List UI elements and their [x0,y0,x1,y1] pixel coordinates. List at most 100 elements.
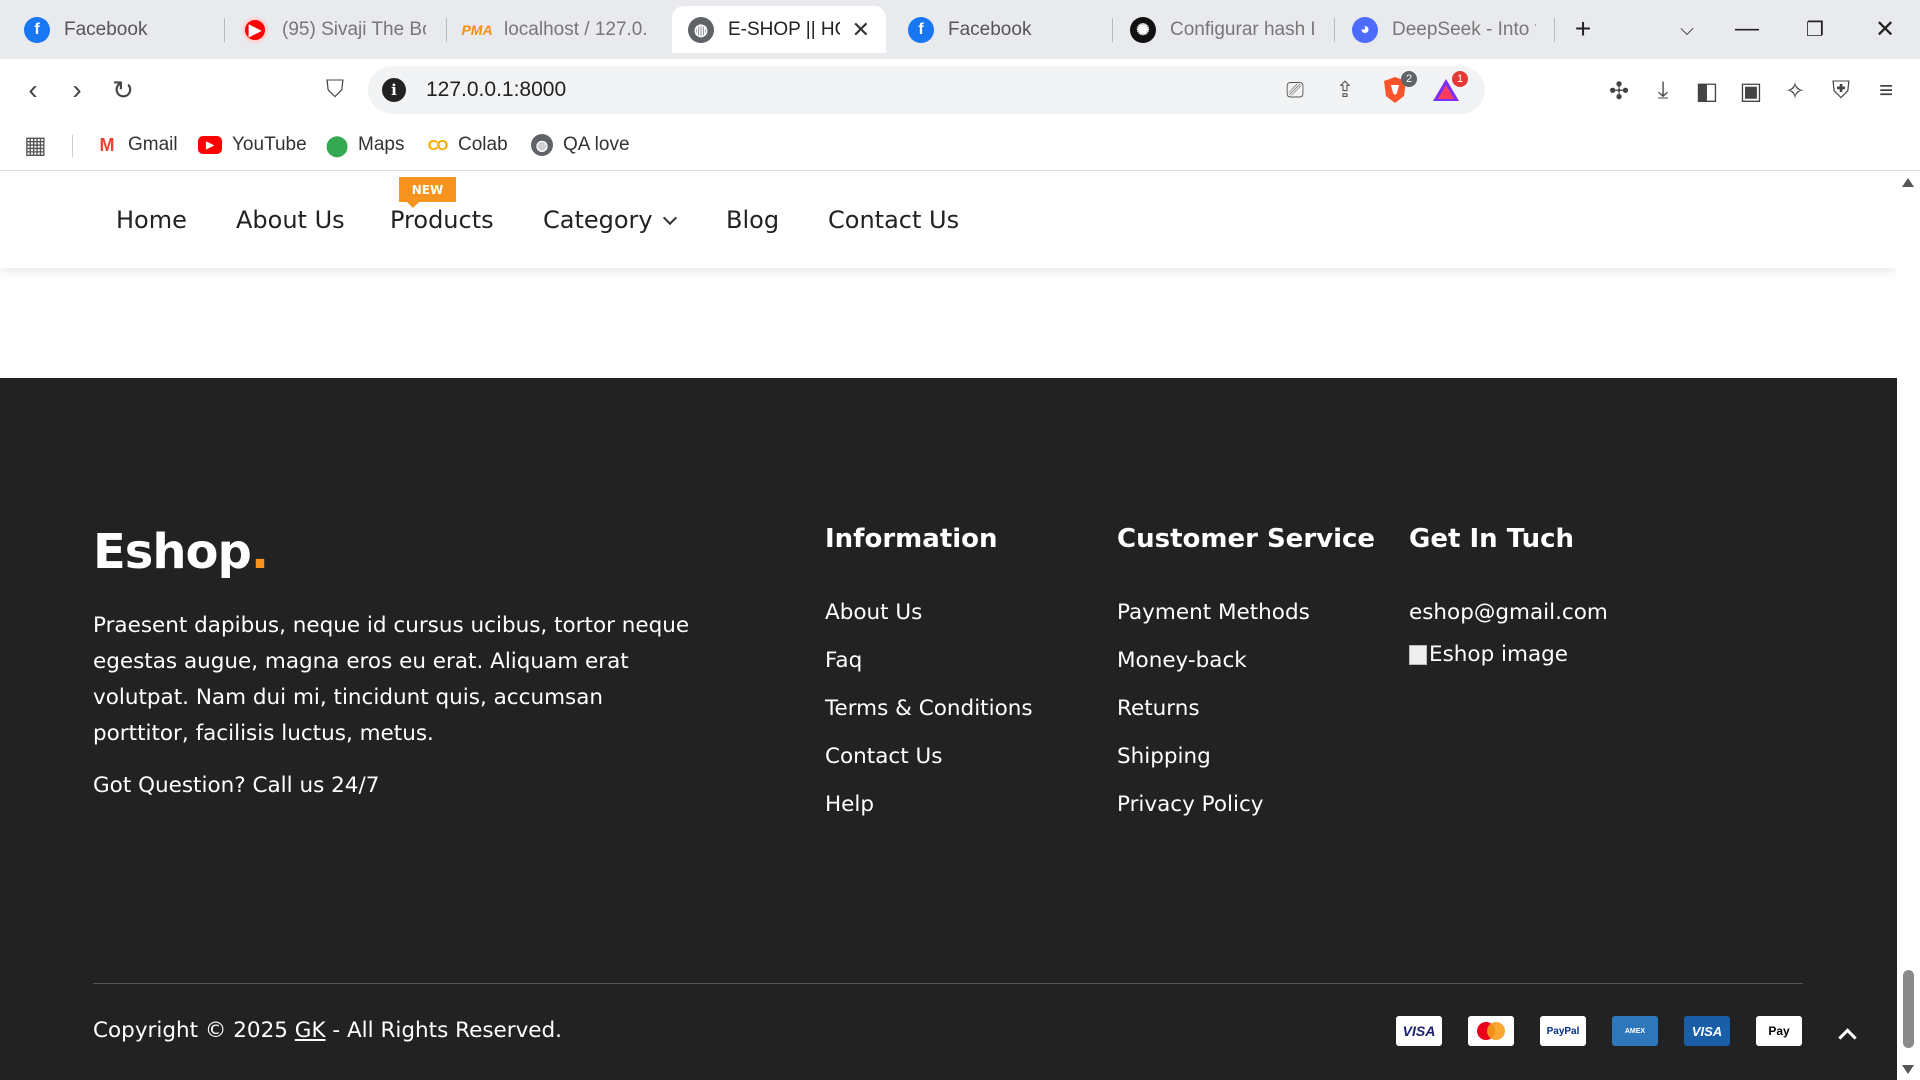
tab-deepseek[interactable]: ◕ DeepSeek - Into th [1336,6,1552,53]
bookmark-colab[interactable]: CO Colab [426,130,508,160]
cast-icon[interactable]: ⎚ [1279,76,1311,104]
visa-electron-icon: VISA [1684,1016,1730,1046]
bookmark-label: YouTube [232,134,307,155]
footer-link-faq[interactable]: Faq [825,648,1033,696]
tab-title: Facebook [948,18,1032,40]
bookmark-icon[interactable]: ⛉ [316,71,354,109]
contact-email[interactable]: eshop@gmail.com [1409,600,1608,625]
bookmark-maps[interactable]: ⬤ Maps [325,130,405,160]
brave-shield-icon[interactable]: 2 [1379,71,1417,106]
extensions-icon[interactable]: ✣ [1603,75,1635,107]
contact-heading: Get In Tuch [1409,524,1575,554]
bookmark-label: Gmail [128,134,178,155]
new-tab-button[interactable]: + [1560,8,1606,50]
broken-image-icon [1409,644,1427,665]
copyright-prefix: Copyright © 2025 [93,1018,295,1043]
page-viewport: Home About Us NEW Products Category Blog… [0,172,1897,1080]
globe-icon: ◍ [688,16,714,43]
facebook-icon: f [908,16,934,43]
nav-home[interactable]: Home [116,206,187,234]
information-heading: Information [825,524,998,554]
bookmark-youtube[interactable]: ▶ YouTube [198,130,307,160]
brave-rewards-icon[interactable]: 1 [1430,71,1468,106]
footer-link-privacy-policy[interactable]: Privacy Policy [1117,792,1310,840]
reload-button[interactable]: ↻ [104,71,142,109]
footer-about-text: Praesent dapibus, neque id cursus ucibus… [93,613,690,746]
scroll-down-arrow-icon[interactable] [1902,1065,1914,1074]
copyright-suffix: - All Rights Reserved. [325,1018,563,1043]
mastercard-icon [1468,1016,1514,1046]
tab-separator [1112,18,1113,42]
browser-toolbar: ‹ › ↻ ⛉ i 127.0.0.1:8000 ⎚ ⇪ 2 1 ✣ ⤓ ◧ ▣… [0,59,1920,121]
address-bar[interactable]: i 127.0.0.1:8000 ⎚ ⇪ 2 1 [368,66,1485,114]
close-window-button[interactable]: ✕ [1862,8,1908,50]
footer-link-money-back[interactable]: Money-back [1117,648,1310,696]
minimize-button[interactable]: — [1724,8,1770,50]
scroll-thumb[interactable] [1903,970,1914,1048]
visa-icon: VISA [1396,1016,1442,1046]
new-badge: NEW [399,177,456,208]
bookmark-qa-love[interactable]: ◍ QA love [531,130,630,160]
footer-link-contact-us[interactable]: Contact Us [825,744,1033,792]
bookmark-gmail[interactable]: M Gmail [96,130,178,160]
apps-grid-icon[interactable]: ▦ [24,130,47,160]
forward-button[interactable]: › [58,71,96,109]
nav-products[interactable]: Products [390,206,494,234]
information-links: About Us Faq Terms & Conditions Contact … [825,600,1033,840]
tab-search-chevron-icon[interactable]: ⌵ [1664,8,1710,50]
tab-separator [446,18,447,42]
chevron-down-icon [662,210,677,226]
footer-logo[interactable]: Eshop. [93,524,269,580]
sidebar-icon[interactable]: ◧ [1691,75,1723,107]
tab-title: (95) Sivaji The Boss [282,18,426,40]
nav-contact-us[interactable]: Contact Us [828,206,959,234]
nav-about-us[interactable]: About Us [236,206,345,234]
footer-link-shipping[interactable]: Shipping [1117,744,1310,792]
footer-link-terms[interactable]: Terms & Conditions [825,696,1033,744]
footer-link-about-us[interactable]: About Us [825,600,1033,648]
tab-title: localhost / 127.0.0.1 [504,18,648,40]
leo-ai-icon[interactable]: ✧ [1779,75,1811,107]
maps-icon: ⬤ [325,134,349,157]
bookmarks-divider [72,135,73,157]
shield-count-badge: 2 [1401,71,1417,87]
back-to-top-button[interactable] [1830,1016,1864,1050]
logo-text: Eshop [93,524,252,580]
bookmark-label: Maps [358,134,405,155]
restore-button[interactable]: ❐ [1792,8,1838,50]
back-button[interactable]: ‹ [14,71,52,109]
site-info-icon[interactable]: i [382,78,406,102]
footer-link-returns[interactable]: Returns [1117,696,1310,744]
vpn-icon[interactable]: ⛨ [1825,75,1857,107]
tab-phpmyadmin[interactable]: PMA localhost / 127.0.0.1 [448,6,664,53]
tab-separator [224,18,225,42]
youtube-icon: ▶ [198,136,222,154]
nav-category[interactable]: Category [543,206,677,234]
youtube-icon: ▶ [242,16,268,43]
tab-youtube[interactable]: ▶ (95) Sivaji The Boss [226,6,442,53]
tab-facebook-1[interactable]: f Facebook [8,6,224,53]
page-scrollbar[interactable] [1897,172,1920,1080]
tab-eshop-active[interactable]: ◍ E-SHOP || HOME ✕ [672,6,886,53]
menu-icon[interactable]: ≡ [1870,75,1902,107]
footer-call-text: Got Question? Call us 24/7 [93,773,380,798]
tab-configurar[interactable]: ✺ Configurar hash La [1114,6,1330,53]
openai-icon: ✺ [1130,16,1156,43]
bookmark-label: QA love [563,134,630,155]
site-footer: Eshop. Praesent dapibus, neque id cursus… [0,378,1897,1080]
url-text[interactable]: 127.0.0.1:8000 [426,78,566,102]
tab-facebook-2[interactable]: f Facebook [892,6,1108,53]
tab-title: E-SHOP || HOME [728,18,840,40]
eshop-image: Eshop image [1409,642,1568,667]
nav-blog[interactable]: Blog [726,206,779,234]
rewards-count-badge: 1 [1452,71,1468,87]
footer-link-payment-methods[interactable]: Payment Methods [1117,600,1310,648]
wallet-icon[interactable]: ▣ [1735,75,1767,107]
footer-link-help[interactable]: Help [825,792,1033,840]
downloads-icon[interactable]: ⤓ [1647,75,1679,107]
gmail-icon: M [99,134,115,155]
scroll-up-arrow-icon[interactable] [1902,178,1914,187]
share-icon[interactable]: ⇪ [1329,76,1361,104]
close-tab-icon[interactable]: ✕ [852,17,870,43]
copyright-link[interactable]: GK [295,1018,326,1043]
